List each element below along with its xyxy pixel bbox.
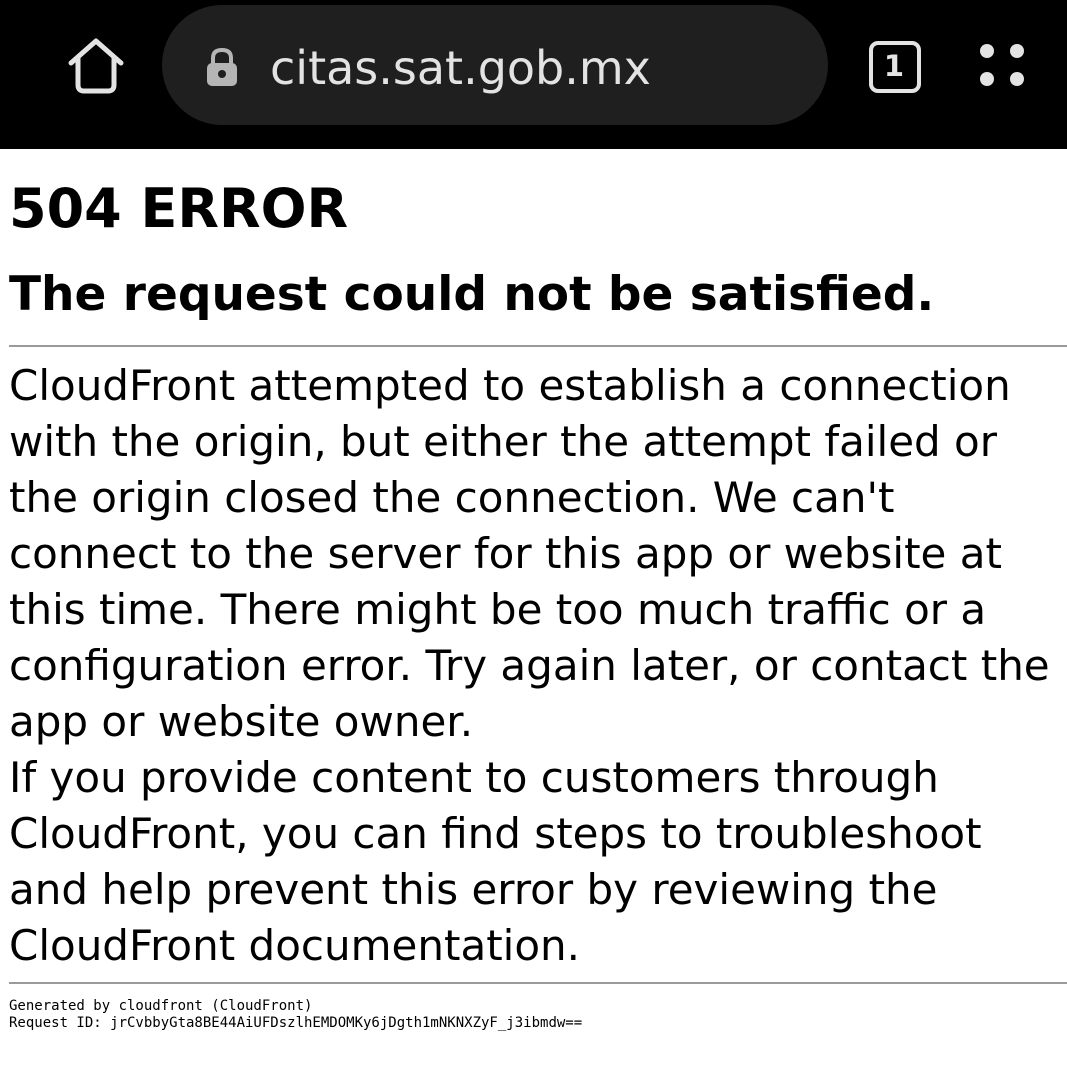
page-title: 504 ERROR [9, 177, 349, 240]
divider-bottom [9, 982, 1067, 984]
footer-request-id: Request ID: jrCvbbyGta8BE44AiUFDszlhEMDO… [9, 1015, 583, 1031]
divider-top [9, 345, 1067, 347]
error-paragraph-2: If you provide content to customers thro… [9, 753, 982, 970]
tab-switcher-button[interactable]: 1 [867, 39, 921, 93]
url-text[interactable]: citas.sat.gob.mx [270, 38, 651, 98]
home-icon [68, 38, 124, 94]
tab-count: 1 [883, 49, 905, 83]
page-subtitle: The request could not be satisfied. [9, 267, 935, 322]
footer: Generated by cloudfront (CloudFront) Requ… [9, 998, 582, 1032]
menu-dots-icon [980, 44, 1024, 86]
footer-generated-by: Generated by cloudfront (CloudFront) [9, 998, 313, 1014]
home-button[interactable] [64, 36, 128, 96]
lock-icon[interactable] [204, 46, 240, 88]
menu-button[interactable] [974, 38, 1030, 94]
error-description: CloudFront attempted to establish a conn… [9, 358, 1067, 974]
error-paragraph-1: CloudFront attempted to establish a conn… [9, 361, 1050, 746]
browser-toolbar: citas.sat.gob.mx 1 [0, 0, 1067, 149]
